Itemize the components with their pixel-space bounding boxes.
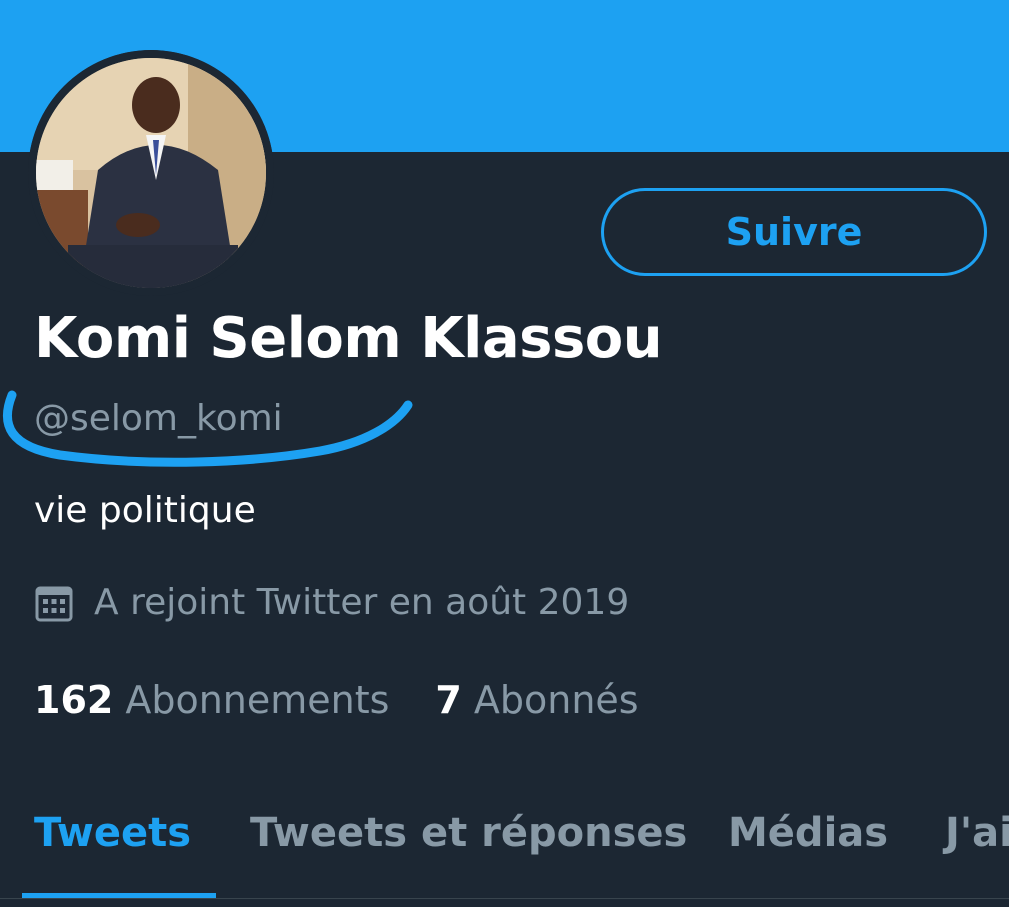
profile-page: Suivre Komi Selom Klassou @selom_komi vi… <box>0 0 1009 907</box>
handle: @selom_komi <box>34 398 283 439</box>
profile-stats: 162 Abonnements 7 Abonnés <box>34 678 685 722</box>
followers-link[interactable]: 7 Abonnés <box>435 678 638 722</box>
avatar-photo <box>28 50 274 296</box>
tab-tweets[interactable]: Tweets <box>34 810 191 856</box>
following-count: 162 <box>34 678 114 722</box>
bio: vie politique <box>34 490 256 531</box>
avatar[interactable] <box>28 50 274 296</box>
followers-count: 7 <box>435 678 462 722</box>
joined-date: A rejoint Twitter en août 2019 <box>34 582 629 623</box>
followers-label: Abonnés <box>473 678 639 722</box>
tab-tweets-and-replies[interactable]: Tweets et réponses <box>250 810 687 856</box>
joined-text: A rejoint Twitter en août 2019 <box>94 582 630 623</box>
display-name: Komi Selom Klassou <box>34 306 663 371</box>
tabs-divider <box>0 898 1009 899</box>
calendar-icon <box>34 583 74 623</box>
tab-media[interactable]: Médias <box>728 810 888 856</box>
following-label: Abonnements <box>125 678 390 722</box>
following-link[interactable]: 162 Abonnements <box>34 678 389 722</box>
tab-likes[interactable]: J'ai <box>945 810 1009 856</box>
follow-button[interactable]: Suivre <box>601 188 987 276</box>
profile-tabs: Tweets Tweets et réponses Médias J'ai <box>0 790 1009 907</box>
